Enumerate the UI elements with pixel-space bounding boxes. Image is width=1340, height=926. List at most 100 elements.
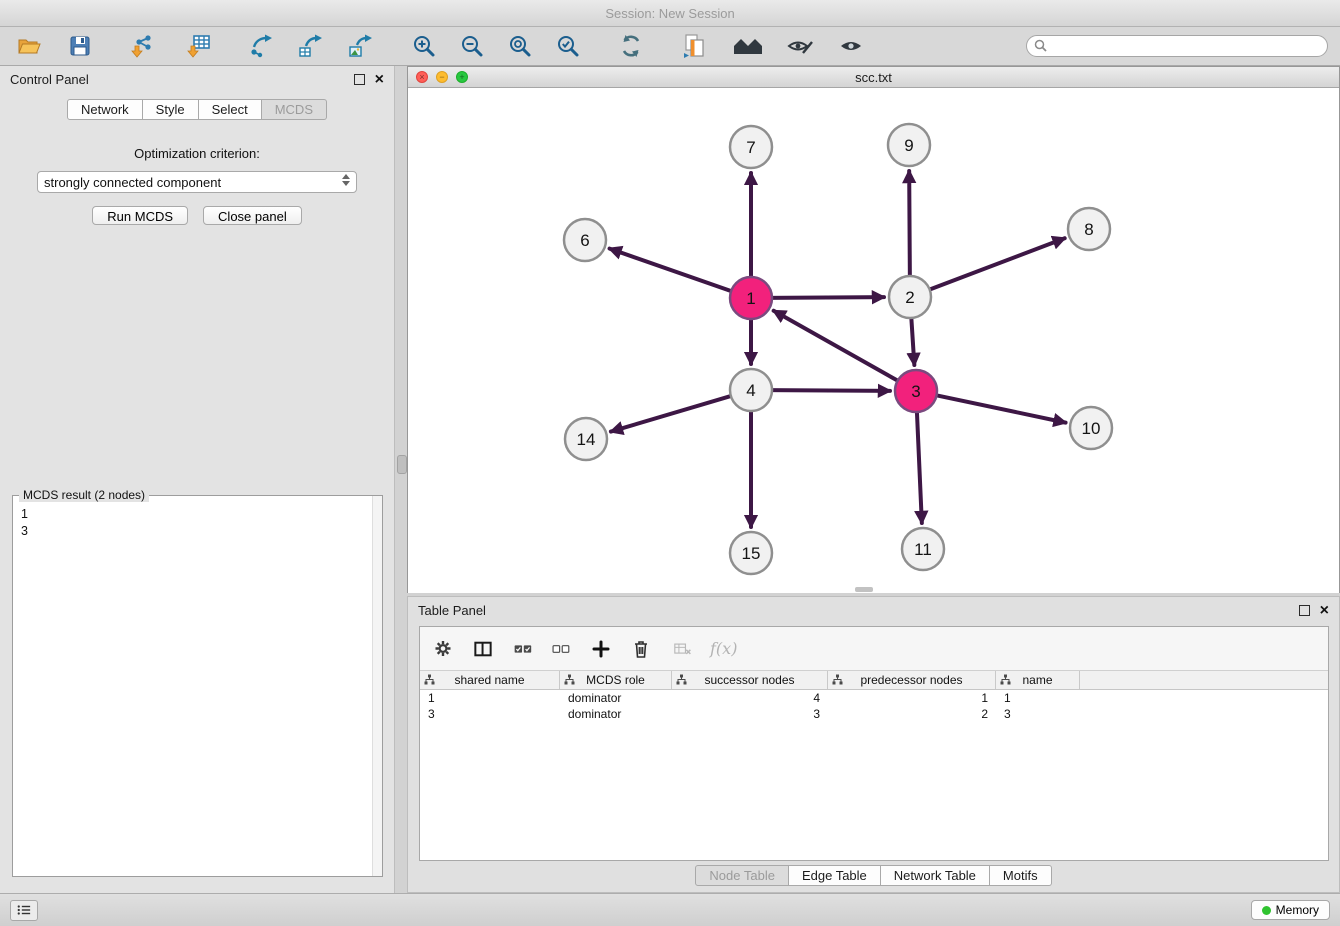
table-row[interactable]: 1dominator411 bbox=[420, 690, 1328, 706]
select-all-button[interactable] bbox=[508, 634, 538, 664]
deselect-all-button[interactable] bbox=[546, 634, 576, 664]
network-window-titlebar[interactable]: × − + scc.txt bbox=[408, 67, 1339, 88]
column-header-mcds-role[interactable]: MCDS role bbox=[560, 671, 672, 689]
add-row-button[interactable] bbox=[586, 634, 616, 664]
maximize-window-icon[interactable]: + bbox=[456, 71, 468, 83]
graph-edge[interactable] bbox=[928, 238, 1065, 290]
graph-edge[interactable] bbox=[917, 410, 922, 523]
close-window-icon[interactable]: × bbox=[416, 71, 428, 83]
mcds-result-list[interactable]: 1 3 bbox=[13, 496, 382, 540]
table-row[interactable]: 3dominator323 bbox=[420, 706, 1328, 722]
column-tree-icon bbox=[424, 674, 435, 685]
window-titlebar[interactable]: Session: New Session bbox=[0, 0, 1340, 27]
import-network-button[interactable] bbox=[124, 30, 162, 62]
show-hide-button[interactable] bbox=[832, 30, 870, 62]
checked-boxes-icon bbox=[514, 643, 532, 655]
tab-network[interactable]: Network bbox=[67, 99, 143, 120]
style-preview-button[interactable] bbox=[780, 30, 820, 62]
panel-splitter-handle[interactable] bbox=[397, 455, 407, 474]
graph-node-label: 10 bbox=[1082, 419, 1101, 438]
save-disk-icon bbox=[68, 34, 92, 58]
open-folder-icon bbox=[16, 34, 42, 58]
tab-node-table[interactable]: Node Table bbox=[695, 865, 789, 886]
close-panel-button[interactable]: Close panel bbox=[203, 206, 302, 225]
export-image-icon bbox=[348, 34, 374, 58]
graph-node-label: 8 bbox=[1084, 220, 1093, 239]
network-window-title: scc.txt bbox=[408, 70, 1339, 85]
result-scrollbar[interactable] bbox=[372, 496, 382, 876]
graph-node-7[interactable]: 7 bbox=[730, 126, 772, 168]
optimization-criterion-label: Optimization criterion: bbox=[0, 146, 394, 161]
column-tree-icon bbox=[832, 674, 843, 685]
graph-node-3[interactable]: 3 bbox=[895, 370, 937, 412]
graph-edge[interactable] bbox=[911, 316, 914, 365]
clone-network-button[interactable] bbox=[676, 30, 714, 62]
export-image-button[interactable] bbox=[342, 30, 380, 62]
graph-node-label: 1 bbox=[746, 289, 755, 308]
graph-node-6[interactable]: 6 bbox=[564, 219, 606, 261]
graph-edge[interactable] bbox=[909, 171, 910, 278]
close-table-panel-icon[interactable]: × bbox=[1320, 604, 1329, 618]
tab-mcds[interactable]: MCDS bbox=[262, 99, 327, 120]
graph-edge[interactable] bbox=[610, 249, 734, 292]
column-tree-icon bbox=[564, 674, 575, 685]
graph-node-14[interactable]: 14 bbox=[565, 418, 607, 460]
graph-edge[interactable] bbox=[770, 297, 884, 298]
float-panel-icon[interactable] bbox=[354, 74, 365, 85]
column-tree-icon bbox=[1000, 674, 1011, 685]
graph-edge[interactable] bbox=[935, 395, 1066, 423]
table-settings-button[interactable] bbox=[428, 634, 458, 664]
run-mcds-button[interactable]: Run MCDS bbox=[92, 206, 188, 225]
zoom-out-button[interactable] bbox=[454, 30, 490, 62]
column-pane-button[interactable] bbox=[468, 634, 498, 664]
column-header-predecessor-nodes[interactable]: predecessor nodes bbox=[828, 671, 996, 689]
zoom-in-button[interactable] bbox=[406, 30, 442, 62]
tab-network-table[interactable]: Network Table bbox=[881, 865, 990, 886]
open-session-button[interactable] bbox=[10, 30, 48, 62]
column-header-shared-name[interactable]: shared name bbox=[420, 671, 560, 689]
control-panel: Control Panel × Network Style Select MCD… bbox=[0, 66, 395, 893]
export-table-button[interactable] bbox=[292, 30, 330, 62]
graph-node-10[interactable]: 10 bbox=[1070, 407, 1112, 449]
graph-edge[interactable] bbox=[774, 311, 900, 382]
close-panel-icon[interactable]: × bbox=[375, 73, 384, 87]
memory-button[interactable]: Memory bbox=[1251, 900, 1330, 920]
column-header-successor-nodes[interactable]: successor nodes bbox=[672, 671, 828, 689]
status-bar: Memory bbox=[0, 893, 1340, 926]
zoom-selected-button[interactable] bbox=[550, 30, 586, 62]
network-canvas[interactable]: 7 9 6 8 1 2 4 3 14 10 15 11 bbox=[408, 88, 1339, 593]
export-network-button[interactable] bbox=[242, 30, 280, 62]
search-input[interactable] bbox=[1026, 35, 1328, 57]
main-toolbar bbox=[0, 27, 1340, 66]
graph-node-8[interactable]: 8 bbox=[1068, 208, 1110, 250]
optimization-select[interactable]: strongly connected component bbox=[37, 171, 357, 193]
graph-edge[interactable] bbox=[770, 390, 890, 391]
tab-style[interactable]: Style bbox=[143, 99, 199, 120]
graph-node-15[interactable]: 15 bbox=[730, 532, 772, 574]
graph-node-2[interactable]: 2 bbox=[889, 276, 931, 318]
home-layout-button[interactable] bbox=[726, 30, 770, 62]
graph-node-1[interactable]: 1 bbox=[730, 277, 772, 319]
import-table-button[interactable] bbox=[180, 30, 218, 62]
zoom-fit-button[interactable] bbox=[502, 30, 538, 62]
window-title: Session: New Session bbox=[605, 6, 734, 21]
graph-node-11[interactable]: 11 bbox=[902, 528, 944, 570]
apply-layout-button[interactable] bbox=[612, 30, 650, 62]
graph-node-9[interactable]: 9 bbox=[888, 124, 930, 166]
minimize-window-icon[interactable]: − bbox=[436, 71, 448, 83]
column-header-name[interactable]: name bbox=[996, 671, 1080, 689]
eye-pencil-icon bbox=[786, 35, 814, 57]
tab-motifs[interactable]: Motifs bbox=[990, 865, 1052, 886]
optimization-select-value: strongly connected component bbox=[44, 175, 221, 190]
task-history-button[interactable] bbox=[10, 900, 38, 921]
tab-select[interactable]: Select bbox=[199, 99, 262, 120]
tab-edge-table[interactable]: Edge Table bbox=[789, 865, 881, 886]
graph-node-4[interactable]: 4 bbox=[730, 369, 772, 411]
graph-edge[interactable] bbox=[611, 395, 733, 431]
network-hscroll-thumb[interactable] bbox=[855, 587, 873, 592]
float-table-panel-icon[interactable] bbox=[1299, 605, 1310, 616]
delete-row-button[interactable] bbox=[626, 634, 656, 664]
memory-status-icon bbox=[1262, 906, 1271, 915]
table-panel-header: Table Panel × bbox=[408, 597, 1339, 624]
save-session-button[interactable] bbox=[62, 30, 98, 62]
